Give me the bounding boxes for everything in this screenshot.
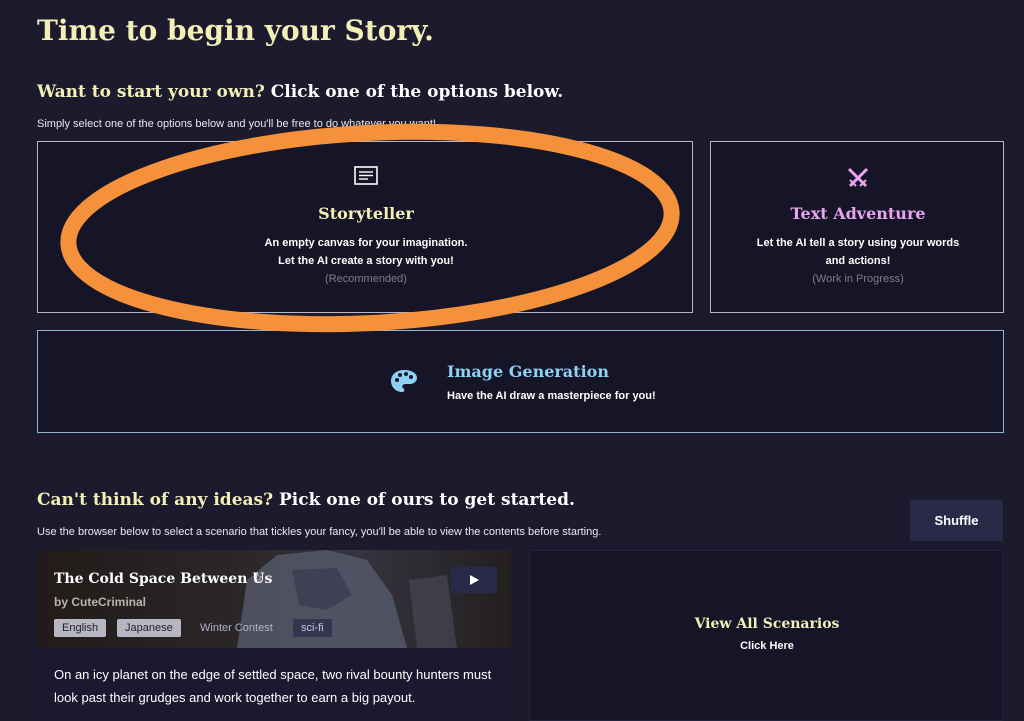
scenario-tag[interactable]: Winter Contest bbox=[192, 619, 281, 637]
image-generation-line1: Have the AI draw a masterpiece for you! bbox=[447, 390, 656, 402]
shuffle-button[interactable]: Shuffle bbox=[910, 500, 1003, 541]
star-outline-icon[interactable]: ☆ bbox=[252, 570, 264, 586]
start-heading-highlight: Want to start your own? bbox=[37, 82, 265, 102]
storyteller-line1: An empty canvas for your imagination. bbox=[264, 237, 468, 249]
start-section-subtext: Simply select one of the options below a… bbox=[37, 118, 436, 130]
crossed-swords-icon bbox=[845, 166, 871, 190]
scenario-title: The Cold Space Between Us bbox=[54, 571, 273, 587]
text-adventure-card[interactable]: Text Adventure Let the AI tell a story u… bbox=[710, 141, 1004, 313]
storyteller-card[interactable]: Storyteller An empty canvas for your ima… bbox=[37, 141, 693, 313]
text-adventure-line2: and actions! bbox=[825, 255, 891, 267]
scenario-author[interactable]: by CuteCriminal bbox=[54, 595, 146, 609]
document-icon bbox=[354, 166, 378, 186]
view-all-scenarios-card[interactable]: View All Scenarios Click Here bbox=[529, 550, 1003, 721]
image-generation-card[interactable]: Image Generation Have the AI draw a mast… bbox=[37, 330, 1004, 433]
palette-icon bbox=[390, 369, 418, 393]
text-adventure-note: (Work in Progress) bbox=[812, 273, 904, 285]
text-adventure-title: Text Adventure bbox=[790, 204, 926, 223]
ideas-heading-rest: Pick one of ours to get started. bbox=[278, 490, 575, 510]
view-all-subtitle: Click Here bbox=[740, 640, 794, 652]
start-heading-rest: Click one of the options below. bbox=[270, 82, 564, 102]
page-title: Time to begin your Story. bbox=[37, 14, 434, 47]
ideas-section-subtext: Use the browser below to select a scenar… bbox=[37, 526, 602, 538]
play-button[interactable] bbox=[451, 567, 497, 593]
start-section-heading: Want to start your own? Click one of the… bbox=[37, 82, 563, 102]
ideas-heading-highlight: Can't think of any ideas? bbox=[37, 490, 274, 510]
scenario-tag[interactable]: English bbox=[54, 619, 107, 637]
scenario-tag[interactable]: sci-fi bbox=[293, 619, 332, 637]
scenario-description: On an icy planet on the edge of settled … bbox=[54, 667, 492, 705]
storyteller-note: (Recommended) bbox=[325, 273, 407, 285]
ideas-section-heading: Can't think of any ideas? Pick one of ou… bbox=[37, 490, 575, 510]
scenario-tag[interactable]: Japanese bbox=[117, 619, 181, 637]
storyteller-line2: Let the AI create a story with you! bbox=[278, 255, 454, 267]
view-all-title: View All Scenarios bbox=[694, 616, 840, 632]
image-generation-title: Image Generation bbox=[447, 362, 609, 381]
scenario-card[interactable]: The Cold Space Between Us ☆ by CuteCrimi… bbox=[37, 550, 511, 721]
storyteller-title: Storyteller bbox=[318, 204, 414, 223]
text-adventure-line1: Let the AI tell a story using your words bbox=[756, 237, 960, 249]
